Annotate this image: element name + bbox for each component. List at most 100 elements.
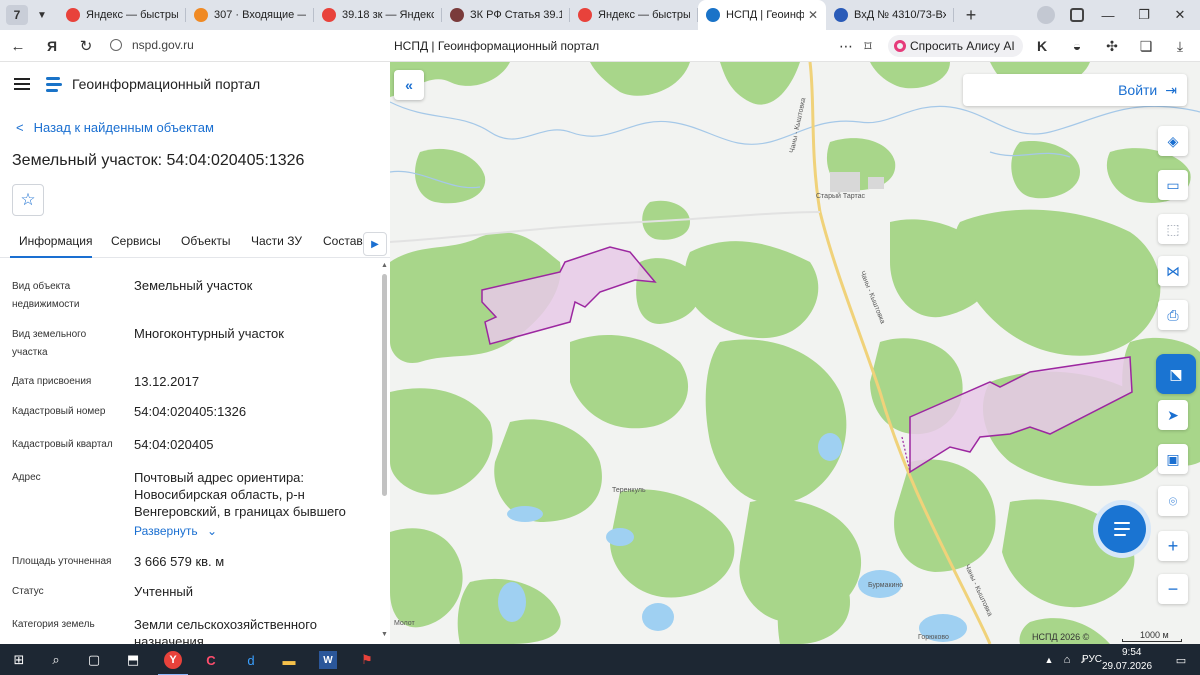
browser-tab[interactable]: ЗК РФ Статья 39.18 [442, 0, 570, 30]
language-indicator[interactable]: РУС [1082, 654, 1102, 665]
zoom-out-button[interactable]: − [1158, 574, 1188, 604]
browser-tab[interactable]: 307 · Входящие — Я [186, 0, 314, 30]
doc-icon [834, 8, 848, 22]
tab-list-icon[interactable] [1070, 8, 1084, 22]
back-link-label: Назад к найденным объектам [33, 120, 214, 135]
chat-assistant-button[interactable] [1098, 505, 1146, 553]
file-explorer-icon[interactable]: ▬ [280, 651, 298, 669]
area-select-button[interactable]: ⬚ [1158, 214, 1188, 244]
star-icon: ☆ [20, 190, 36, 209]
chevron-down-icon: ⌄ [206, 524, 218, 538]
site-shield-icon [110, 39, 122, 51]
portal-logo-icon [46, 75, 64, 93]
scroll-down-arrow-icon[interactable]: ▼ [381, 631, 388, 638]
tabs-scroll-right-button[interactable]: ▶ [363, 232, 387, 256]
map-label-lake-2: Бурмакино [868, 582, 904, 589]
tab-objects[interactable]: Объекты [181, 234, 231, 248]
browser-tab[interactable]: 39.18 зк — Яндекс: н [314, 0, 442, 30]
basemap-button[interactable]: ▣ [1158, 444, 1188, 474]
browser-tab[interactable]: Яндекс — быстрый [570, 0, 698, 30]
yandex-browser-icon[interactable]: Y [158, 651, 188, 675]
tab-count-button[interactable]: 7 [6, 5, 28, 25]
select-area-icon: ⬚ [1166, 220, 1180, 237]
minimize-icon[interactable]: — [1090, 8, 1126, 23]
scale-bar [1122, 639, 1182, 642]
login-button[interactable]: Войти ⇥ [963, 74, 1187, 106]
tab-composition[interactable]: Состав [323, 234, 363, 248]
map-view[interactable]: Старый Тартас Чаны - Кыштовка Чаны - Кыш… [390, 62, 1200, 644]
measure-ruler-button[interactable]: ▭ [1158, 170, 1188, 200]
browser-tab[interactable]: ВхД № 4310/73-Вх [826, 0, 954, 30]
windows-start-icon[interactable]: ⊞ [10, 651, 28, 669]
reload-icon[interactable]: ↻ [76, 36, 96, 56]
prop-value-assign-date: 13.12.2017 [134, 374, 200, 389]
close-window-icon[interactable]: ✕ [1162, 7, 1198, 23]
close-tab-icon[interactable]: ✕ [804, 8, 818, 22]
object-title: Земельный участок: 54:04:020405:1326 [12, 152, 305, 169]
ask-alice-button[interactable]: Спросить Алису AI [888, 35, 1023, 57]
pdf-reader-icon[interactable]: ⚑ [358, 651, 376, 669]
map-mode-button[interactable]: ⬔ [1156, 354, 1196, 394]
navigation-arrow-icon: ➤ [1167, 406, 1179, 423]
profile-avatar-icon[interactable] [1037, 6, 1055, 24]
yandex-logo-icon[interactable]: Я [42, 36, 62, 56]
download-icon[interactable]: ⤓ [1172, 38, 1188, 54]
geolocation-button[interactable]: ➤ [1158, 400, 1188, 430]
print-button[interactable]: ⎙ [1158, 300, 1188, 330]
prop-value-land-category: Земли сельскохозяйственного назначения [134, 617, 317, 644]
extensions-puzzle-icon[interactable]: ✣ [1104, 38, 1120, 54]
double-chevron-left-icon: « [405, 77, 413, 93]
prop-label-cadastral-number: Кадастровый номер [12, 406, 106, 417]
browser-tab-title: 307 · Входящие — Я [214, 9, 306, 21]
page-title-display: НСПД | Геоинформационный портал [394, 39, 600, 53]
collections-icon[interactable]: ❏ [1138, 38, 1154, 54]
collapse-panel-button[interactable]: « [394, 70, 424, 100]
tab-parts[interactable]: Части ЗУ [251, 234, 302, 248]
browser-tab-title: 39.18 зк — Яндекс: н [342, 9, 434, 21]
windows-taskbar: ⊞ ⌕ ▢ ⬒ Y C d ▬ W ⚑ ▲ ⌂ ♪ РУС 9:54 29.07… [0, 644, 1200, 675]
word-icon[interactable]: W [319, 651, 337, 669]
zoom-in-button[interactable]: + [1158, 531, 1188, 561]
browser-tab[interactable]: НСПД | Геоинфор✕ [698, 0, 826, 30]
notifications-icon[interactable]: ▭ [1172, 651, 1190, 669]
back-to-results-link[interactable]: < Назад к найденным объектам [16, 120, 214, 135]
tab-services[interactable]: Сервисы [111, 234, 161, 248]
task-view-icon[interactable]: ▢ [85, 651, 103, 669]
browser-tab[interactable]: Яндекс — быстрый [58, 0, 186, 30]
more-dots-icon[interactable]: ⋯ [838, 38, 854, 54]
clock-date[interactable]: 29.07.2026 [1102, 661, 1152, 672]
law-icon [450, 8, 464, 22]
extension-k-icon[interactable]: K [1034, 38, 1050, 54]
prop-value-area: 3 666 579 кв. м [134, 554, 225, 569]
location-pin-button[interactable]: ⌾ [1158, 486, 1188, 516]
printer-icon: ⎙ [1167, 306, 1179, 323]
browser-tab-title: Яндекс — быстрый [86, 9, 178, 21]
url-field[interactable]: nspd.gov.ru [110, 38, 194, 52]
panel-scrollbar-thumb[interactable] [382, 274, 387, 496]
plus-icon: + [1167, 535, 1179, 556]
browser-tabs: Яндекс — быстрый 307 · Входящие — Я 39.18 … [58, 0, 954, 30]
back-arrow-icon[interactable]: ← [8, 36, 28, 56]
tab-information[interactable]: Информация [19, 234, 92, 248]
share-button[interactable]: ⋈ [1158, 256, 1188, 286]
expand-address-link[interactable]: Развернуть ⌄ [134, 524, 217, 538]
maximize-icon[interactable]: ❐ [1126, 7, 1162, 23]
app-d-icon[interactable]: d [242, 651, 260, 669]
extension-hat-icon[interactable]: ◒ [1069, 38, 1085, 54]
scroll-up-arrow-icon[interactable]: ▲ [381, 262, 388, 269]
layers-button[interactable]: ◈ [1158, 126, 1188, 156]
location-pin-icon: ⌾ [1168, 492, 1178, 509]
app-store-icon[interactable]: ⬒ [124, 651, 142, 669]
tray-chevron-up-icon[interactable]: ▲ [1040, 651, 1058, 669]
app-title: Геоинформационный портал [72, 76, 261, 92]
clock-time[interactable]: 9:54 [1122, 647, 1141, 658]
ruler-icon: ▭ [1166, 176, 1180, 193]
new-tab-plus-icon[interactable]: + [960, 4, 982, 26]
prop-label-land-category: Категория земель [12, 619, 95, 630]
tab-menu-chevron-icon[interactable]: ▼ [32, 5, 52, 25]
menu-burger-icon[interactable] [14, 78, 30, 90]
favorite-star-button[interactable]: ☆ [12, 184, 44, 216]
app-c-icon[interactable]: C [202, 651, 220, 669]
bookmark-icon[interactable]: ⌑ [860, 38, 876, 54]
search-icon[interactable]: ⌕ [47, 651, 65, 669]
